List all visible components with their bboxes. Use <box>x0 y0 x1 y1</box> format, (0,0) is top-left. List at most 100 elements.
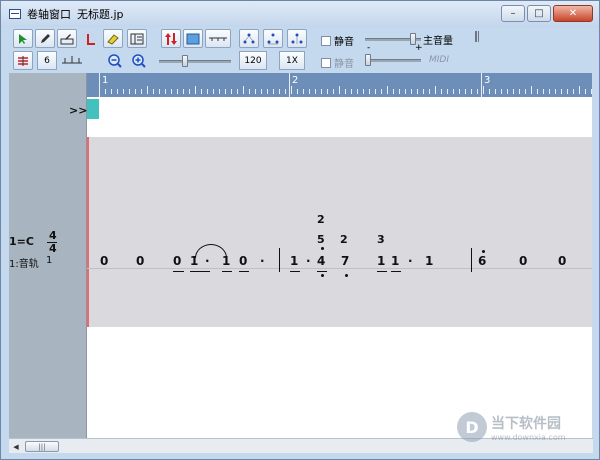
score-canvas[interactable]: 0 0 0 1 · 1 0 · 1 · 4 7 1 1 · 1 6 0 0 2 5 2 3 <box>87 97 592 438</box>
midi-slider-track[interactable] <box>365 59 421 62</box>
chord-note[interactable]: 2 <box>317 213 325 226</box>
ruler-tick <box>141 89 142 94</box>
ruler-tick <box>411 89 412 94</box>
ruler-tick <box>321 89 322 94</box>
pencil-button[interactable] <box>35 29 55 48</box>
track-name[interactable]: 1:音轨 <box>9 255 39 270</box>
dots-mid-button[interactable] <box>263 29 283 48</box>
ruler-tick <box>309 89 310 94</box>
ruler-tick <box>261 89 262 94</box>
ruler-tick <box>225 89 226 94</box>
ruler-tick <box>387 86 388 94</box>
dots-down-button[interactable] <box>287 29 307 48</box>
score-note[interactable]: 1 <box>377 254 385 268</box>
mute-checkbox-2[interactable]: 静音 <box>321 55 354 70</box>
scroll-thumb[interactable]: ||| <box>25 441 59 452</box>
edit-tool-button[interactable] <box>57 29 77 48</box>
score-note[interactable]: 0 <box>136 254 144 268</box>
ruler-tick <box>291 86 292 94</box>
staff-ruler-button[interactable] <box>59 51 85 70</box>
zoom-slider-track[interactable] <box>159 60 231 63</box>
ruler-line-icon <box>209 37 227 41</box>
score-note[interactable]: 0 <box>519 254 527 268</box>
ruler-tick <box>561 89 562 94</box>
mute-checkbox-2-box[interactable] <box>321 57 331 68</box>
ruler-tick <box>183 89 184 94</box>
score-note[interactable]: 7 <box>341 254 349 268</box>
minimize-button[interactable]: – <box>501 5 525 22</box>
align-lines-icon <box>18 55 28 66</box>
ruler-tick <box>111 89 112 94</box>
ruler-tick <box>519 89 520 94</box>
staff-baseline <box>87 268 592 269</box>
zoom-slider-thumb[interactable] <box>182 55 189 67</box>
transpose-button[interactable] <box>161 29 181 48</box>
note-value-box[interactable]: 6 <box>37 51 57 70</box>
ruler-tick <box>219 89 220 94</box>
score-note[interactable]: 4 <box>317 254 325 268</box>
speed-box[interactable]: 1X <box>279 51 305 70</box>
dots-triangle-icon <box>243 33 255 43</box>
ruler-measure-number: 3 <box>484 75 491 86</box>
eraser-button[interactable] <box>103 29 123 48</box>
volume-minus-sign: - <box>367 43 371 53</box>
ruler-tick <box>357 89 358 94</box>
ruler-tick <box>105 89 106 94</box>
ruler-measure-separator <box>99 73 100 97</box>
watermark-logo-icon: D <box>457 412 487 442</box>
chord-note[interactable]: 2 <box>340 233 348 246</box>
measure-ruler[interactable]: 1 2 3 <box>87 73 592 97</box>
zoom-out-button[interactable] <box>105 51 125 70</box>
playhead-marker[interactable] <box>87 99 99 119</box>
track-band[interactable] <box>87 137 592 327</box>
ruler-tick <box>333 89 334 94</box>
ruler-tick <box>303 89 304 94</box>
score-note[interactable]: 0 <box>239 254 247 268</box>
ruler-line-button[interactable] <box>205 29 231 48</box>
background-button[interactable] <box>183 29 203 48</box>
ruler-tick <box>423 89 424 94</box>
ruler-tick <box>381 89 382 94</box>
score-note[interactable]: 0 <box>558 254 566 268</box>
score-note[interactable]: · <box>408 254 413 268</box>
score-note[interactable]: · <box>260 254 265 268</box>
ruler-tick <box>345 89 346 94</box>
midi-slider-thumb[interactable] <box>365 54 371 66</box>
ruler-tick <box>585 89 586 94</box>
ruler-tick <box>513 89 514 94</box>
panel-icon <box>130 33 144 44</box>
score-note[interactable]: 1 <box>425 254 433 268</box>
lyric-button[interactable] <box>81 29 101 48</box>
expand-marker[interactable]: >> <box>69 104 87 117</box>
scroll-left-arrow-icon[interactable]: ◀ <box>11 441 21 452</box>
gradient-box-icon <box>186 33 200 44</box>
score-note[interactable]: 0 <box>173 254 181 268</box>
chord-note[interactable]: 3 <box>377 233 385 246</box>
score-note[interactable]: 1 <box>290 254 298 268</box>
up-down-arrows-icon <box>165 32 177 45</box>
dots-up-button[interactable] <box>239 29 259 48</box>
window-filename: 无标题.jp <box>77 8 124 21</box>
ruler-measure-separator <box>289 73 290 97</box>
layout-button[interactable] <box>127 29 147 48</box>
maximize-button[interactable]: □ <box>527 5 551 22</box>
mute-checkbox-1[interactable]: 静音 <box>321 33 354 48</box>
select-arrow-button[interactable] <box>13 29 33 48</box>
ruler-tick <box>279 89 280 94</box>
chord-note[interactable]: 5 <box>317 233 325 246</box>
ruler-tick <box>189 89 190 94</box>
align-button[interactable] <box>13 51 33 70</box>
ruler-tick <box>165 89 166 94</box>
score-note[interactable]: 1 <box>391 254 399 268</box>
zoom-in-button[interactable] <box>129 51 149 70</box>
octave-dot <box>321 247 324 250</box>
splitter-icon[interactable] <box>475 31 479 42</box>
close-button[interactable]: ✕ <box>553 5 593 22</box>
window-icon <box>9 9 21 19</box>
score-note[interactable]: 6 <box>478 254 486 268</box>
tempo-box[interactable]: 120 <box>239 51 267 70</box>
mute-checkbox-1-box[interactable] <box>321 35 331 46</box>
ruler-tick <box>159 89 160 94</box>
score-note[interactable]: · <box>306 254 311 268</box>
score-note[interactable]: 0 <box>100 254 108 268</box>
